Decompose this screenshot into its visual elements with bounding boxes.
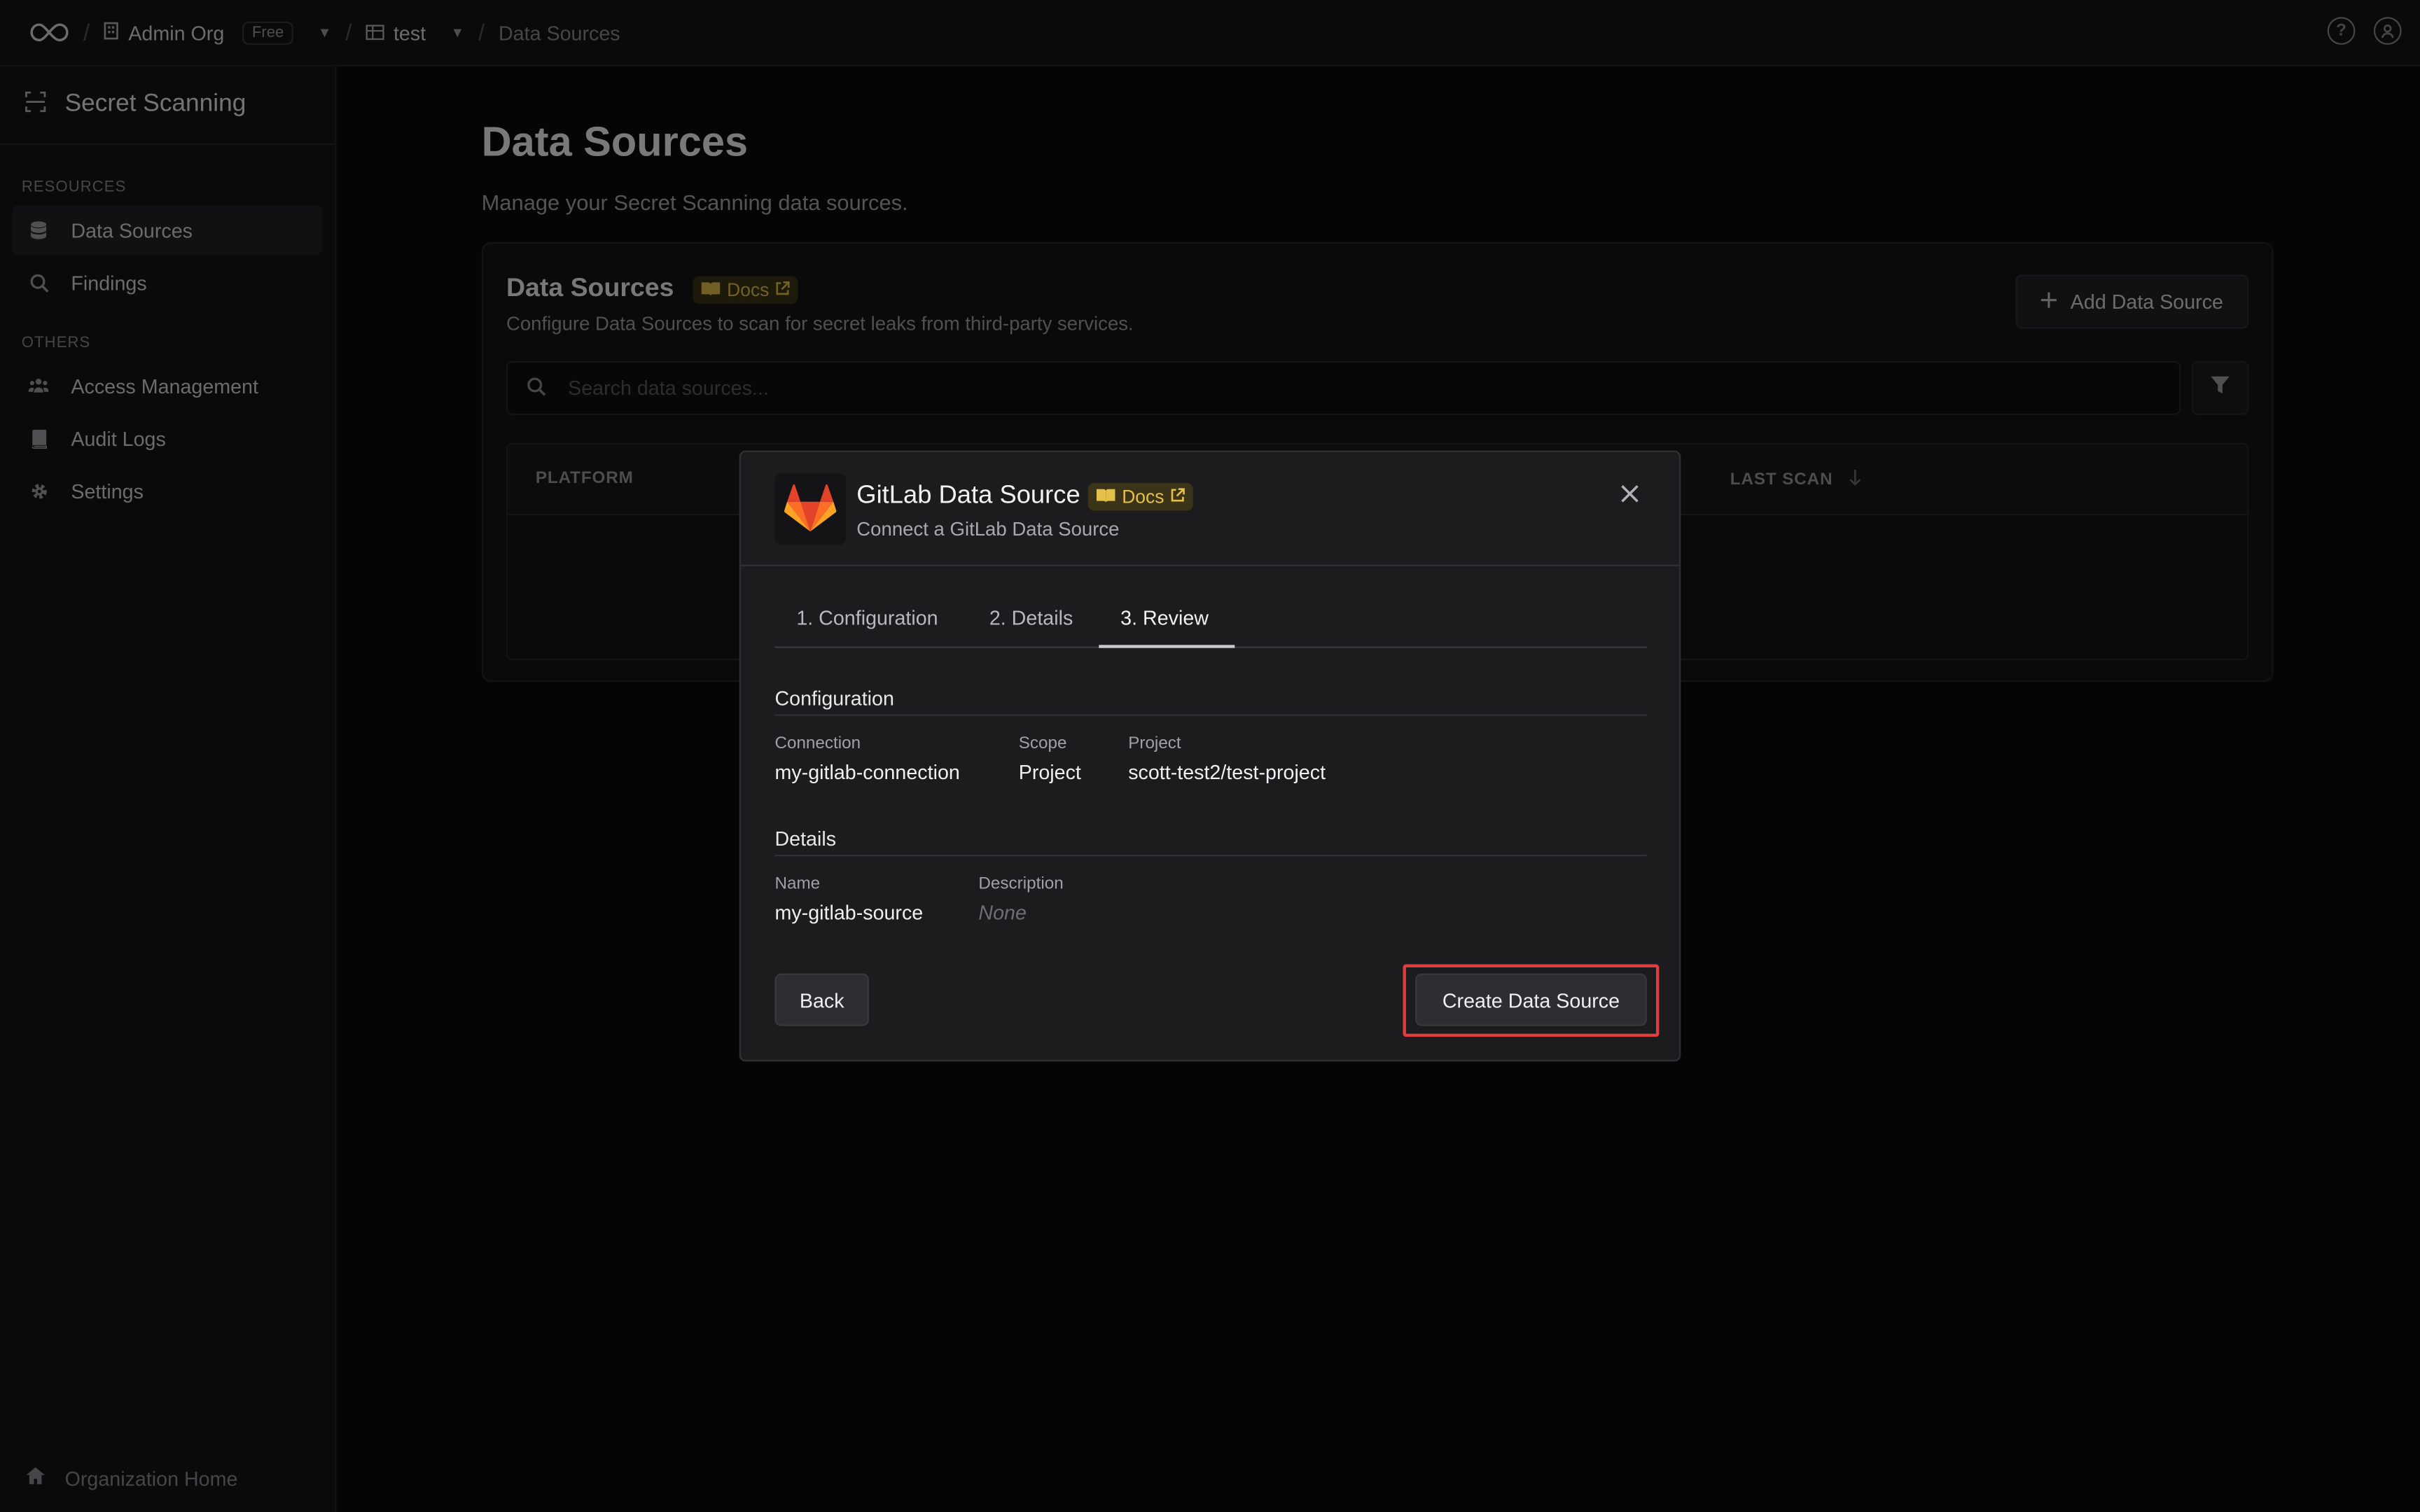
open-book-icon xyxy=(1096,485,1116,507)
docs-label: Docs xyxy=(1122,485,1164,507)
back-button[interactable]: Back xyxy=(774,973,869,1026)
modal-title-row: GitLab Data Source Docs xyxy=(856,481,1194,511)
scope-value: Project xyxy=(1018,760,1081,784)
scope-label: Scope xyxy=(1018,734,1067,753)
section-divider xyxy=(774,714,1647,716)
modal-header: GitLab Data Source Docs Connect a GitLab… xyxy=(740,452,1680,566)
connection-label: Connection xyxy=(774,734,861,753)
configuration-heading: Configuration xyxy=(774,686,894,710)
gitlab-data-source-modal: GitLab Data Source Docs Connect a GitLab… xyxy=(739,450,1681,1062)
modal-title: GitLab Data Source xyxy=(856,481,1080,510)
step-tabs: 1. Configuration 2. Details 3. Review xyxy=(774,588,1647,648)
section-divider xyxy=(774,855,1647,857)
description-value: None xyxy=(978,901,1027,925)
details-heading: Details xyxy=(774,827,837,850)
tab-details[interactable]: 2. Details xyxy=(989,606,1073,629)
close-icon[interactable] xyxy=(1618,482,1642,506)
tab-configuration[interactable]: 1. Configuration xyxy=(796,606,938,629)
modal-docs-link[interactable]: Docs xyxy=(1087,482,1194,510)
external-link-icon xyxy=(1170,485,1185,507)
tab-review[interactable]: 3. Review xyxy=(1120,606,1209,629)
project-label: Project xyxy=(1128,734,1181,753)
description-label: Description xyxy=(978,874,1064,894)
modal-subtitle: Connect a GitLab Data Source xyxy=(856,518,1120,540)
name-value: my-gitlab-source xyxy=(774,901,924,925)
gitlab-logo-icon xyxy=(774,473,846,545)
connection-value: my-gitlab-connection xyxy=(774,760,960,784)
name-label: Name xyxy=(774,874,821,894)
active-tab-indicator xyxy=(1099,645,1235,648)
project-value: scott-test2/test-project xyxy=(1128,760,1326,784)
create-data-source-button[interactable]: Create Data Source xyxy=(1415,973,1647,1026)
